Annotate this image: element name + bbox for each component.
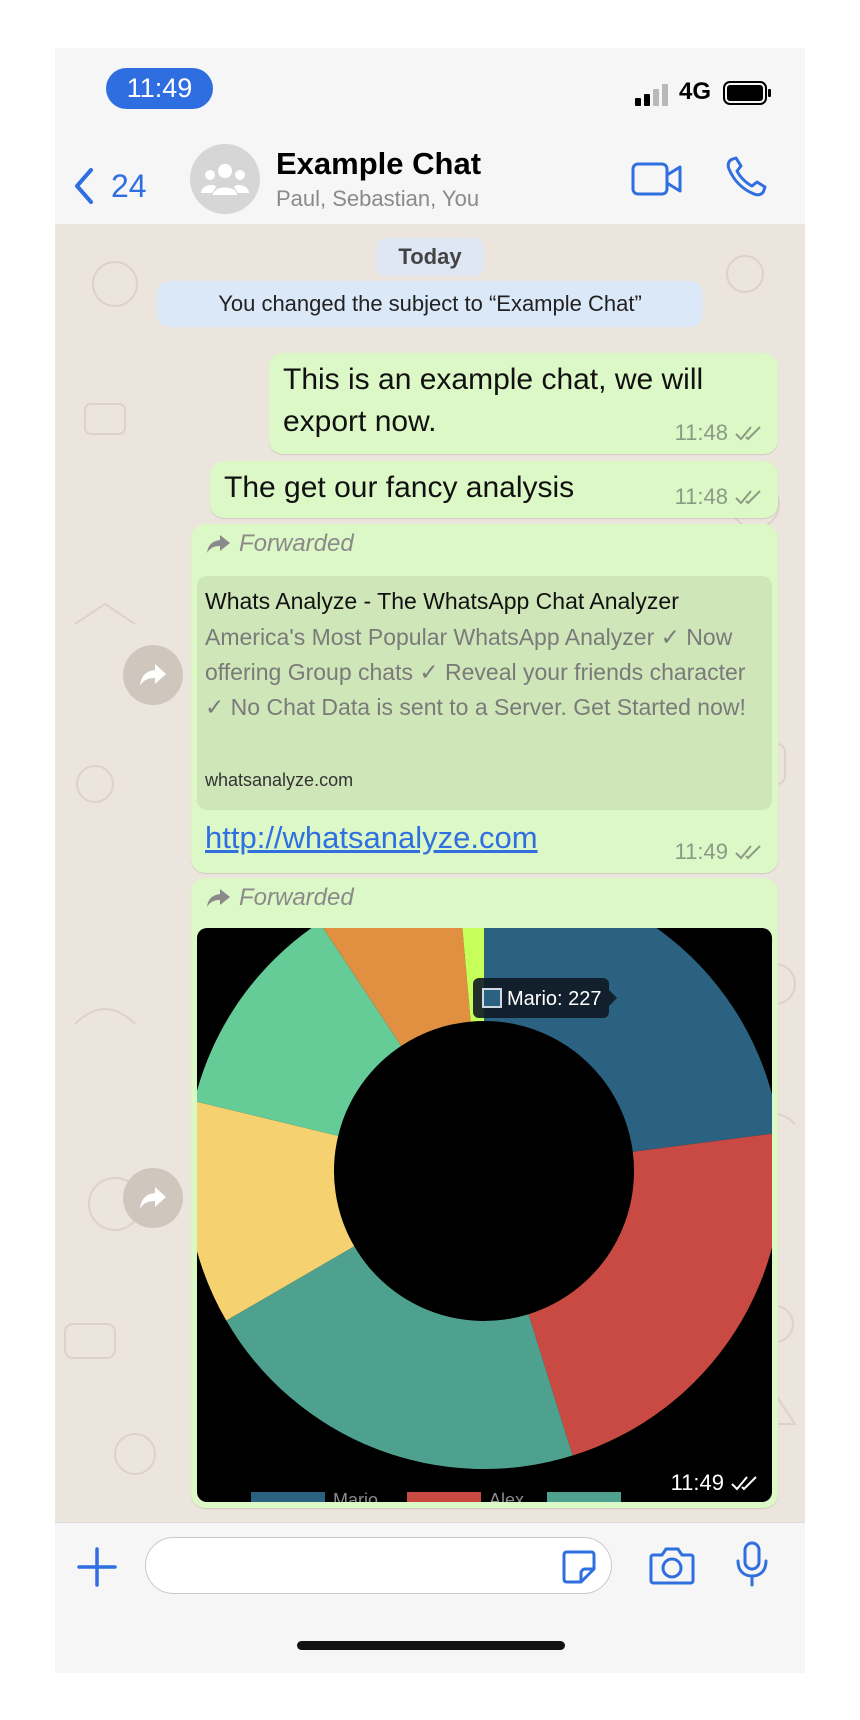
message-time: 11:48 <box>674 484 728 509</box>
forward-arrow-icon <box>207 889 230 907</box>
group-avatar[interactable] <box>190 144 260 214</box>
back-button[interactable]: 24 <box>69 164 147 208</box>
message-time: 11:48 <box>674 420 728 445</box>
preview-description: America's Most Popular WhatsApp Analyzer… <box>205 624 746 720</box>
message-link[interactable]: http://whatsanalyze.com <box>205 820 538 856</box>
double-check-icon <box>735 845 761 860</box>
legend-swatch <box>407 1492 481 1502</box>
message-text: The get our fancy analysis <box>224 471 575 504</box>
legend-swatch <box>251 1492 325 1502</box>
forward-arrow-icon <box>207 535 230 553</box>
phone-icon[interactable] <box>725 156 767 198</box>
legend-swatch <box>547 1492 621 1502</box>
forwarded-text: Forwarded <box>239 884 354 911</box>
message-bubble[interactable]: This is an example chat, we will export … <box>269 353 778 454</box>
message-bubble[interactable]: Forwarded Mario Alex Mario: 227 11:49 <box>191 878 778 1508</box>
forwarded-text: Forwarded <box>239 530 354 557</box>
sticker-icon[interactable] <box>561 1549 597 1585</box>
message-meta: 11:48 <box>675 484 764 510</box>
double-check-icon <box>731 1476 757 1491</box>
chart-slice-mario[interactable] <box>484 928 772 1152</box>
message-time: 11:49 <box>670 1470 724 1495</box>
chat-title[interactable]: Example Chat <box>276 146 481 182</box>
network-label: 4G <box>679 78 712 105</box>
microphone-icon[interactable] <box>735 1541 769 1587</box>
input-bar <box>55 1522 805 1673</box>
preview-title: Whats Analyze - The WhatsApp Chat Analyz… <box>205 588 679 614</box>
date-separator: Today <box>376 238 484 276</box>
signal-icon <box>635 84 668 106</box>
system-message: You changed the subject to “Example Chat… <box>157 281 703 327</box>
chart-tooltip: Mario: 227 <box>473 978 617 1018</box>
double-check-icon <box>735 490 761 505</box>
home-indicator <box>297 1641 565 1650</box>
chart-image[interactable]: Mario Alex Mario: 227 11:49 <box>197 928 772 1502</box>
forward-button[interactable] <box>123 645 183 705</box>
message-text: This is an example chat, we will export … <box>283 363 704 438</box>
status-time: 11:49 <box>106 68 213 109</box>
forwarded-label: Forwarded <box>205 884 354 912</box>
camera-icon[interactable] <box>649 1545 695 1585</box>
double-check-icon <box>735 426 761 441</box>
phone-screen: 11:49 4G 24 Example Chat Paul, Sebastian… <box>55 48 805 1673</box>
plus-icon[interactable] <box>75 1545 119 1589</box>
link-preview[interactable]: Whats Analyze - The WhatsApp Chat Analyz… <box>197 576 772 810</box>
tooltip-text: Mario: 227 <box>507 988 602 1010</box>
unread-count: 24 <box>111 167 147 204</box>
message-time: 11:49 <box>674 839 728 864</box>
message-meta: 11:49 <box>671 1470 760 1496</box>
message-bubble[interactable]: The get our fancy analysis 11:48 <box>210 461 778 518</box>
preview-domain: whatsanalyze.com <box>205 770 354 790</box>
forward-arrow-icon <box>140 1187 166 1209</box>
chat-members[interactable]: Paul, Sebastian, You <box>276 186 479 212</box>
legend-label: Alex <box>489 1490 524 1502</box>
message-meta: 11:48 <box>675 420 764 446</box>
donut-chart: Mario Alex Mario: 227 <box>197 928 772 1502</box>
message-input[interactable] <box>145 1537 612 1594</box>
chart-slice-alex[interactable] <box>528 1133 772 1456</box>
battery-icon <box>723 81 771 105</box>
back-chevron-icon <box>75 168 93 204</box>
message-bubble[interactable]: Forwarded Whats Analyze - The WhatsApp C… <box>191 524 778 873</box>
forward-button[interactable] <box>123 1168 183 1228</box>
status-bar: 11:49 4G <box>55 48 805 144</box>
message-meta: 11:49 <box>675 839 764 865</box>
video-call-icon[interactable] <box>631 160 683 198</box>
forward-arrow-icon <box>140 664 166 686</box>
forwarded-label: Forwarded <box>205 530 354 558</box>
legend-label: Mario <box>333 1490 378 1502</box>
chat-area[interactable]: Today You changed the subject to “Exampl… <box>55 224 805 1522</box>
group-avatar-icon <box>201 164 249 195</box>
